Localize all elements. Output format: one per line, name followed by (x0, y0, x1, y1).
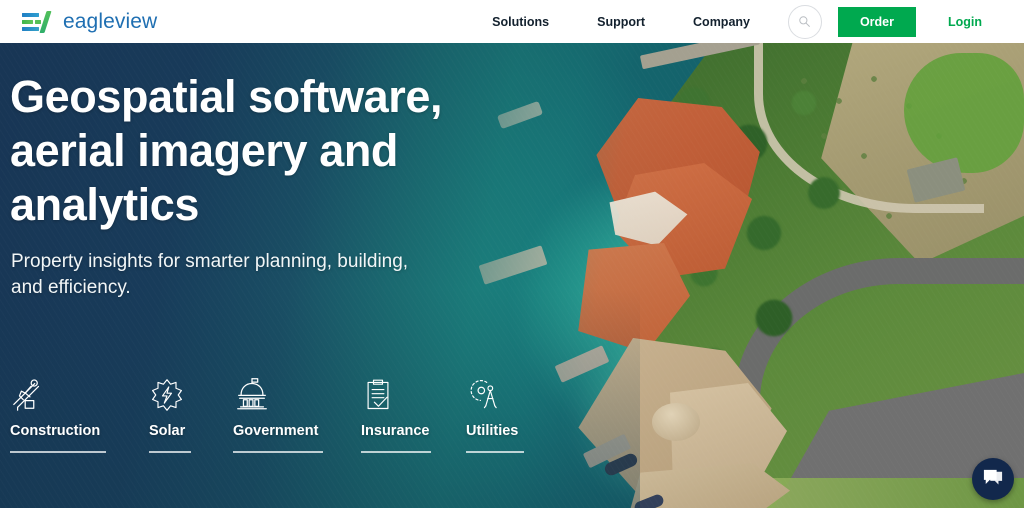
logo-bar-top (22, 12, 39, 17)
category-label-insurance: Insurance (361, 423, 430, 439)
utilities-compass-icon (466, 373, 524, 413)
category-construction[interactable]: Construction (10, 373, 106, 453)
category-underline-insurance (361, 451, 431, 453)
industry-category-list: Construction Solar Government Insurance … (0, 373, 560, 453)
insurance-clipboard-check-icon (361, 373, 431, 413)
construction-roofing-icon (10, 373, 106, 413)
logo-slash (39, 10, 52, 33)
category-utilities[interactable]: Utilities (466, 373, 524, 453)
login-link[interactable]: Login (916, 15, 1006, 29)
chat-bubbles-icon (983, 469, 1003, 485)
nav-item-support[interactable]: Support (573, 15, 669, 29)
category-label-utilities: Utilities (466, 423, 519, 439)
category-government[interactable]: Government (233, 373, 323, 453)
category-solar[interactable]: Solar (149, 373, 191, 453)
hero-section: Geospatial software, aerial imagery and … (0, 43, 1024, 508)
eagleview-homepage: eagleview Solutions Support Company Orde… (0, 0, 1024, 508)
category-label-government: Government (233, 423, 319, 439)
search-button[interactable] (787, 4, 822, 39)
category-underline-utilities (466, 451, 524, 453)
category-underline-solar (149, 451, 191, 453)
search-icon (799, 16, 811, 27)
site-header: eagleview Solutions Support Company Orde… (0, 0, 1024, 43)
logo[interactable]: eagleview (22, 10, 158, 33)
page-title: Geospatial software, aerial imagery and … (10, 71, 443, 230)
nav-item-company[interactable]: Company (669, 15, 774, 29)
order-button[interactable]: Order (837, 6, 916, 37)
logo-bar-middle (22, 19, 33, 24)
category-label-solar: Solar (149, 423, 186, 439)
logo-bar-bottom (22, 26, 39, 31)
hero-content: Geospatial software, aerial imagery and … (0, 43, 1024, 508)
eagleview-logo-mark (22, 10, 56, 33)
category-label-construction: Construction (10, 423, 101, 439)
solar-burst-bolt-icon (149, 373, 191, 413)
logo-bar-middle-accent (35, 19, 41, 24)
logo-wordmark: eagleview (63, 10, 158, 33)
category-underline-government (233, 451, 323, 453)
chat-widget-button[interactable] (972, 458, 1014, 500)
primary-nav: Solutions Support Company Order Login (468, 4, 1006, 39)
category-underline-construction (10, 451, 106, 453)
category-insurance[interactable]: Insurance (361, 373, 431, 453)
hero-subtitle: Property insights for smarter planning, … (11, 251, 409, 298)
nav-item-solutions[interactable]: Solutions (468, 15, 573, 29)
government-capitol-icon (233, 373, 323, 413)
